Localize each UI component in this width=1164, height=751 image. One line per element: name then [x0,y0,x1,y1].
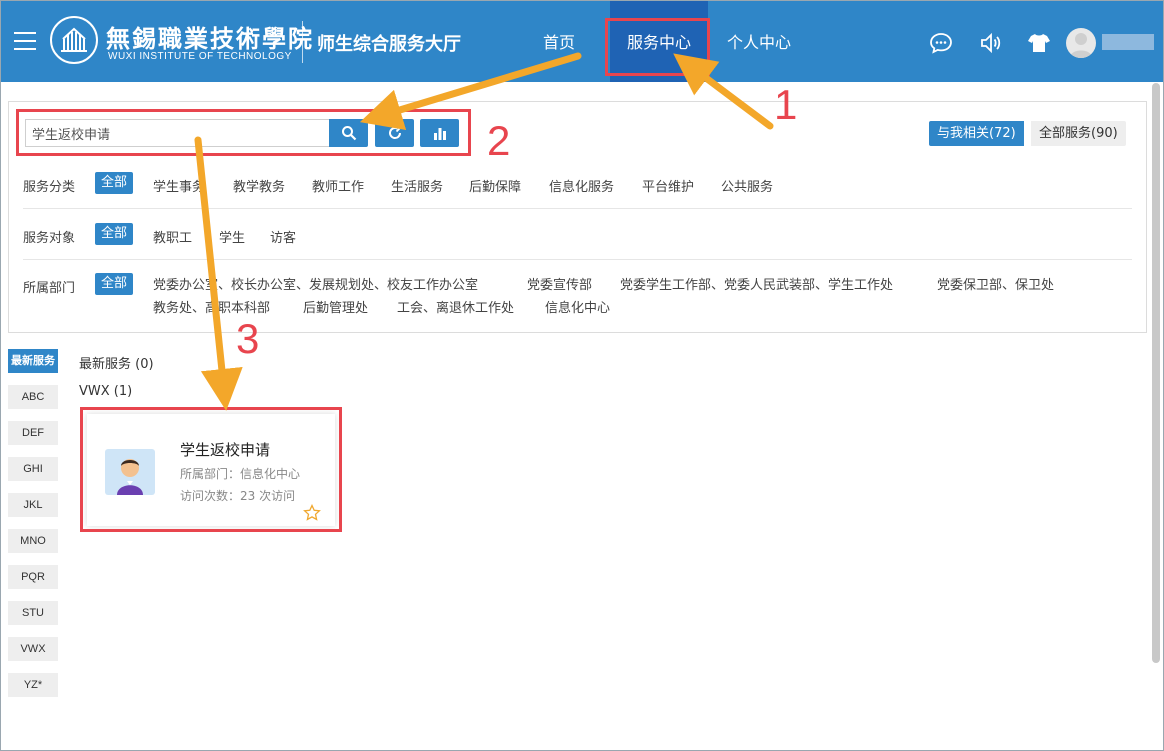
department-all-chip[interactable]: 全部 [95,273,134,295]
hamburger-menu-icon[interactable] [14,32,36,50]
sidebar-item-ghi[interactable]: GHI [8,457,58,481]
vwx-group-heading: VWX (1) [79,384,133,399]
sidebar-item-pqr[interactable]: PQR [8,565,58,589]
sidebar-item-abc[interactable]: ABC [8,385,58,409]
department-option[interactable]: 工会、离退休工作处 [397,297,514,316]
all-services-toggle[interactable]: 全部服务(90) [1031,121,1126,146]
nav-home[interactable]: 首页 [531,1,587,82]
department-option[interactable]: 后勤管理处 [303,297,368,316]
sidebar-item-mno[interactable]: MNO [8,529,58,553]
row-divider [23,259,1132,260]
department-option[interactable]: 信息化中心 [545,297,610,316]
school-logo-icon [50,16,98,64]
user-avatar[interactable] [1066,28,1096,58]
shirt-icon[interactable] [1027,31,1051,55]
audience-label: 服务对象 [23,231,76,246]
row-divider [23,208,1132,209]
sidebar-item-jkl[interactable]: JKL [8,493,58,517]
sidebar-item-vwx[interactable]: VWX [8,637,58,661]
nav-personal-center[interactable]: 个人中心 [719,1,799,82]
sidebar-item-latest[interactable]: 最新服务 [8,349,58,373]
category-option[interactable]: 生活服务 [391,176,443,195]
related-services-toggle[interactable]: 与我相关(72) [929,121,1024,146]
top-navigation-bar: 無錫職業技術學院 WUXI INSTITUTE OF TECHNOLOGY 师生… [1,1,1163,82]
header-divider [302,21,303,63]
sidebar-item-stu[interactable]: STU [8,601,58,625]
audience-all-chip[interactable]: 全部 [95,223,134,245]
category-option[interactable]: 教学教务 [233,176,285,195]
sidebar-item-def[interactable]: DEF [8,421,58,445]
vertical-scrollbar[interactable] [1152,83,1160,663]
department-option[interactable]: 党委保卫部、保卫处 [937,274,1054,293]
department-option[interactable]: 党委宣传部 [527,274,592,293]
hall-title: 师生综合服务大厅 [317,34,461,55]
annotation-box-3 [80,407,342,532]
school-name-logo-text: 無錫職業技術學院 [106,24,314,53]
latest-services-heading: 最新服务 (0) [79,357,154,372]
annotation-box-1 [605,18,710,76]
category-option[interactable]: 信息化服务 [549,176,614,195]
department-option[interactable]: 党委办公室、校长办公室、发展规划处、校友工作办公室 [153,274,478,293]
category-option[interactable]: 学生事务 [153,176,205,195]
category-option[interactable]: 教师工作 [312,176,364,195]
department-option[interactable]: 党委学生工作部、党委人民武装部、学生工作处 [620,274,893,293]
category-all-chip[interactable]: 全部 [95,172,134,194]
username-redacted [1102,34,1154,50]
category-option[interactable]: 平台维护 [642,176,694,195]
annotation-number-1: 1 [774,81,798,128]
audience-option[interactable]: 学生 [219,227,245,246]
audience-option[interactable]: 访客 [270,227,296,246]
chat-icon[interactable] [929,31,953,55]
department-option[interactable]: 教务处、高职本科部 [153,297,270,316]
annotation-box-2 [16,109,471,156]
annotation-number-2: 2 [487,117,511,164]
category-label: 服务分类 [23,180,76,195]
annotation-number-3: 3 [236,315,260,362]
sidebar-item-yz[interactable]: YZ* [8,673,58,697]
audience-option[interactable]: 教职工 [153,227,192,246]
speaker-icon[interactable] [979,31,1003,55]
category-option[interactable]: 后勤保障 [469,176,521,195]
department-label: 所属部门 [23,281,76,296]
school-name-english: WUXI INSTITUTE OF TECHNOLOGY [108,51,292,62]
category-option[interactable]: 公共服务 [721,176,773,195]
